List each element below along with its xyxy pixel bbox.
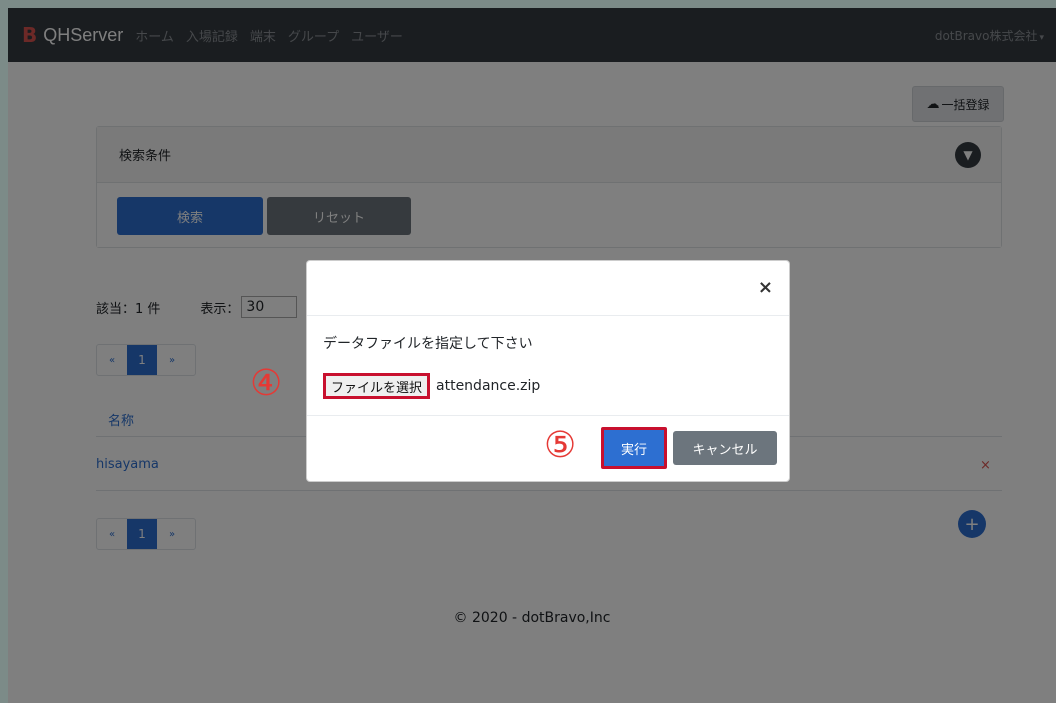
step-5-marker: ⑤ [544,425,577,466]
app-frame: B QHServer ホーム 入場記録 端末 グループ ユーザー dotBrav… [8,8,1056,703]
modal-message: データファイルを指定して下さい [323,336,533,352]
selected-file-name: attendance.zip [436,378,541,394]
divider [307,415,789,416]
choose-file-button[interactable]: ファイルを選択 [323,373,431,399]
step-4-marker: ④ [250,363,283,404]
execute-button[interactable]: 実行 [601,427,667,469]
divider [307,315,789,316]
file-input: ファイルを選択 attendance.zip [323,373,540,399]
close-icon[interactable]: × [758,277,773,298]
cancel-button[interactable]: キャンセル [673,431,777,465]
